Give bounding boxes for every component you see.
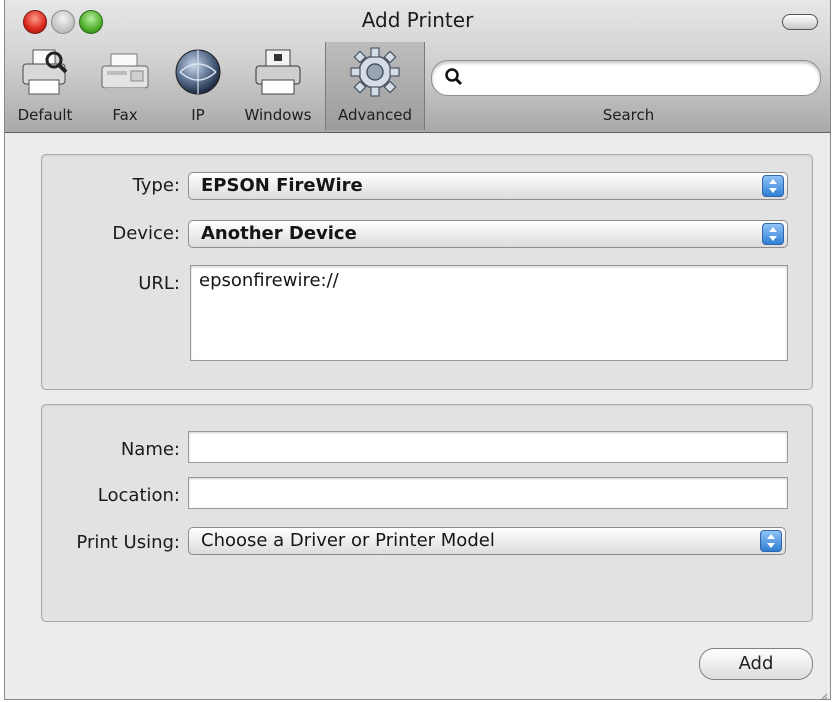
type-popup[interactable]: EPSON FireWire	[188, 172, 788, 200]
toolbar-label: Fax	[112, 106, 138, 124]
url-field[interactable]: epsonfirewire://	[190, 265, 788, 361]
toolbar-label: Advanced	[337, 106, 413, 124]
url-value: epsonfirewire://	[199, 270, 339, 291]
type-label: Type:	[132, 175, 180, 196]
default-printer-icon	[19, 46, 71, 102]
toolbar-label: IP	[191, 106, 205, 124]
printer-details-group: Name: Location: Print Using: Choose a Dr…	[41, 404, 813, 622]
add-printer-window: Add Printer Default Fax IP Windows Advan…	[4, 0, 831, 700]
gear-icon	[349, 46, 401, 102]
updown-arrows-icon	[762, 175, 784, 197]
add-button[interactable]: Add	[699, 648, 813, 680]
toolbar-label: Default	[17, 106, 73, 124]
toolbar-default[interactable]: Default	[5, 42, 85, 130]
toolbar-fax[interactable]: Fax	[89, 42, 161, 130]
toolbar-label: Windows	[244, 106, 312, 124]
updown-arrows-icon	[762, 223, 784, 245]
connection-group: Type: EPSON FireWire Device: Another Dev…	[41, 154, 813, 390]
search-icon	[444, 67, 464, 91]
resize-grip-icon[interactable]	[818, 687, 828, 699]
toolbar-advanced[interactable]: Advanced	[325, 42, 425, 130]
device-popup[interactable]: Another Device	[188, 220, 788, 248]
toolbar-windows[interactable]: Windows	[233, 42, 323, 130]
name-label: Name:	[120, 439, 180, 460]
location-field[interactable]	[188, 477, 788, 509]
print-using-label: Print Using:	[76, 532, 180, 553]
toolbar-ip[interactable]: IP	[165, 42, 231, 130]
toolbar-toggle-button[interactable]	[782, 14, 818, 30]
updown-arrows-icon	[760, 530, 782, 552]
search-box[interactable]	[431, 60, 821, 96]
url-label: URL:	[138, 273, 180, 294]
location-label: Location:	[97, 485, 180, 506]
toolbar-search: Search	[425, 42, 830, 130]
print-using-popup[interactable]: Choose a Driver or Printer Model	[188, 527, 786, 555]
name-field[interactable]	[188, 431, 788, 463]
device-value: Another Device	[201, 223, 357, 244]
device-label: Device:	[112, 223, 180, 244]
windows-printer-icon	[252, 46, 304, 102]
window-title: Add Printer	[361, 8, 474, 32]
title-toolbar: Add Printer Default Fax IP Windows Advan…	[5, 0, 830, 133]
fax-icon	[99, 46, 151, 102]
search-input[interactable]	[472, 65, 806, 91]
type-value: EPSON FireWire	[201, 175, 363, 196]
search-label: Search	[602, 106, 655, 124]
ip-globe-icon	[172, 46, 224, 102]
print-using-value: Choose a Driver or Printer Model	[201, 530, 495, 551]
